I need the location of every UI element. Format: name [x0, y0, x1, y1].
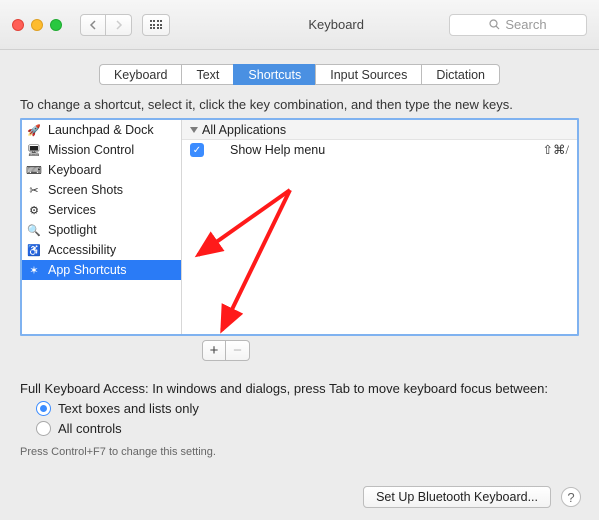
search-icon — [489, 19, 500, 30]
footer: Set Up Bluetooth Keyboard... ? — [363, 486, 581, 508]
category-keyboard[interactable]: ⌨Keyboard — [22, 160, 181, 180]
disclosure-triangle-icon[interactable] — [190, 127, 198, 133]
add-button[interactable]: + — [202, 340, 226, 361]
shortcuts-panes: 🚀Launchpad & Dock 🖥Mission Control ⌨Keyb… — [20, 118, 579, 336]
search-placeholder: Search — [505, 17, 546, 32]
shortcut-keys[interactable]: ⇧⌘/ — [543, 142, 569, 158]
minimize-icon[interactable] — [31, 19, 43, 31]
launchpad-icon: 🚀 — [26, 122, 42, 138]
full-keyboard-access-label: Full Keyboard Access: In windows and dia… — [20, 381, 579, 396]
category-list[interactable]: 🚀Launchpad & Dock 🖥Mission Control ⌨Keyb… — [22, 120, 182, 334]
spotlight-icon: 🔍 — [26, 222, 42, 238]
services-icon: ⚙ — [26, 202, 42, 218]
titlebar: Keyboard Search — [0, 0, 599, 50]
radio-off-icon[interactable] — [36, 421, 51, 436]
mission-control-icon: 🖥 — [26, 142, 42, 158]
window-title: Keyboard — [170, 17, 449, 32]
back-button[interactable] — [80, 14, 106, 36]
setup-bluetooth-button[interactable]: Set Up Bluetooth Keyboard... — [363, 486, 551, 508]
forward-button[interactable] — [106, 14, 132, 36]
shortcut-list[interactable]: All Applications ✓ Show Help menu ⇧⌘/ — [182, 120, 577, 334]
keyboard-icon: ⌨ — [26, 162, 42, 178]
zoom-icon[interactable] — [50, 19, 62, 31]
tab-shortcuts[interactable]: Shortcuts — [233, 64, 315, 85]
accessibility-icon: ♿ — [26, 242, 42, 258]
search-input[interactable]: Search — [449, 14, 587, 36]
radio-on-icon[interactable] — [36, 401, 51, 416]
category-launchpad[interactable]: 🚀Launchpad & Dock — [22, 120, 181, 140]
category-mission-control[interactable]: 🖥Mission Control — [22, 140, 181, 160]
category-services[interactable]: ⚙Services — [22, 200, 181, 220]
show-all-button[interactable] — [142, 14, 170, 36]
tab-input-sources[interactable]: Input Sources — [315, 64, 421, 85]
checkbox-icon[interactable]: ✓ — [190, 143, 204, 157]
instruction-text: To change a shortcut, select it, click t… — [20, 97, 579, 112]
nav-buttons — [80, 14, 132, 36]
fka-note: Press Control+F7 to change this setting. — [20, 446, 579, 458]
category-screenshots[interactable]: ✂Screen Shots — [22, 180, 181, 200]
category-accessibility[interactable]: ♿Accessibility — [22, 240, 181, 260]
shortcut-label: Show Help menu — [220, 143, 543, 157]
tab-keyboard[interactable]: Keyboard — [99, 64, 182, 85]
tab-bar: Keyboard Text Shortcuts Input Sources Di… — [0, 64, 599, 85]
screenshots-icon: ✂ — [26, 182, 42, 198]
radio-text-boxes[interactable]: Text boxes and lists only — [36, 401, 579, 416]
category-spotlight[interactable]: 🔍Spotlight — [22, 220, 181, 240]
traffic-lights — [12, 19, 62, 31]
shortcut-row[interactable]: ✓ Show Help menu ⇧⌘/ — [182, 140, 577, 160]
close-icon[interactable] — [12, 19, 24, 31]
add-remove-buttons: + − — [202, 340, 579, 361]
app-shortcuts-icon: ✶ — [26, 262, 42, 278]
remove-button[interactable]: − — [226, 340, 250, 361]
tab-text[interactable]: Text — [181, 64, 233, 85]
category-app-shortcuts[interactable]: ✶App Shortcuts — [22, 260, 181, 280]
help-button[interactable]: ? — [561, 487, 581, 507]
group-header[interactable]: All Applications — [182, 120, 577, 140]
tab-dictation[interactable]: Dictation — [421, 64, 500, 85]
radio-all-controls[interactable]: All controls — [36, 421, 579, 436]
